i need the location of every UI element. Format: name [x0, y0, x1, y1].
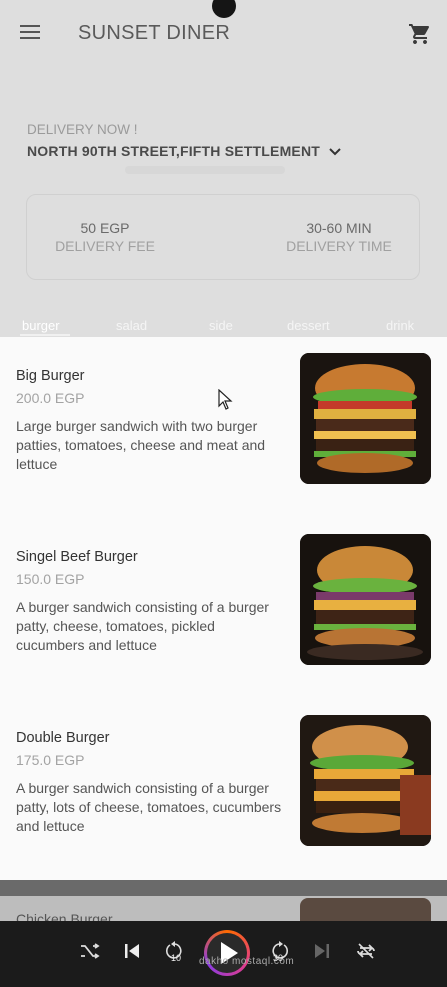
active-tab-indicator	[20, 334, 70, 336]
delivery-time-label: DELIVERY TIME	[286, 238, 392, 254]
tab-drink[interactable]: drink	[386, 318, 414, 333]
item-image	[300, 353, 431, 484]
tab-side[interactable]: side	[209, 318, 233, 333]
item-price: 150.0 EGP	[16, 571, 85, 587]
previous-icon[interactable]	[121, 940, 143, 962]
restaurant-header: SUNSET DINER DELIVERY NOW ! NORTH 90TH S…	[0, 0, 447, 337]
rewind-seconds: 10	[171, 953, 182, 963]
cart-icon[interactable]	[408, 22, 432, 46]
item-description: A burger sandwich consisting of a burger…	[16, 780, 282, 834]
tab-salad[interactable]: salad	[116, 318, 147, 333]
item-description: Large burger sandwich with two burger pa…	[16, 418, 266, 472]
repeat-icon[interactable]	[355, 940, 377, 962]
menu-item[interactable]: Double Burger 175.0 EGP A burger sandwic…	[0, 715, 447, 885]
play-button[interactable]	[204, 930, 250, 976]
menu-item[interactable]: Big Burger 200.0 EGP Large burger sandwi…	[0, 353, 447, 523]
app-screen: SUNSET DINER DELIVERY NOW ! NORTH 90TH S…	[0, 0, 447, 987]
delivery-fee-value: 50 EGP	[80, 220, 130, 236]
item-price: 175.0 EGP	[16, 752, 85, 768]
delivery-fee-label: DELIVERY FEE	[55, 238, 155, 254]
item-description: A burger sandwich consisting of a burger…	[16, 599, 269, 653]
item-name: Big Burger	[16, 368, 85, 384]
tab-burger[interactable]: burger	[22, 318, 60, 333]
item-name: Singel Beef Burger	[16, 549, 138, 565]
ghost-text	[125, 166, 285, 174]
delivery-label: DELIVERY NOW !	[27, 122, 138, 137]
item-name: Double Burger	[16, 730, 110, 746]
category-tabs: burger salad side dessert drink	[0, 314, 447, 336]
delivery-info-card: 50 EGP DELIVERY FEE 30-60 MIN DELIVERY T…	[26, 194, 420, 280]
menu-item[interactable]: Singel Beef Burger 150.0 EGP A burger sa…	[0, 534, 447, 704]
item-image	[300, 534, 431, 665]
forward-icon[interactable]: 30	[268, 940, 290, 963]
app-title: SUNSET DINER	[78, 22, 231, 44]
mouse-cursor	[218, 389, 233, 410]
menu-icon[interactable]	[20, 25, 40, 41]
shuffle-icon[interactable]	[78, 940, 100, 962]
rewind-icon[interactable]: 10	[164, 940, 186, 963]
overlay-shade	[0, 880, 447, 896]
item-price: 200.0 EGP	[16, 390, 85, 406]
delivery-time-value: 30-60 MIN	[306, 220, 372, 236]
address-selector[interactable]: NORTH 90TH STREET,FIFTH SETTLEMENT	[27, 143, 320, 159]
top-app-bar: SUNSET DINER	[0, 0, 447, 70]
next-icon[interactable]	[311, 940, 333, 962]
forward-seconds: 30	[273, 953, 284, 963]
item-image	[300, 715, 431, 846]
chevron-down-icon[interactable]	[327, 144, 343, 160]
tab-dessert[interactable]: dessert	[287, 318, 330, 333]
